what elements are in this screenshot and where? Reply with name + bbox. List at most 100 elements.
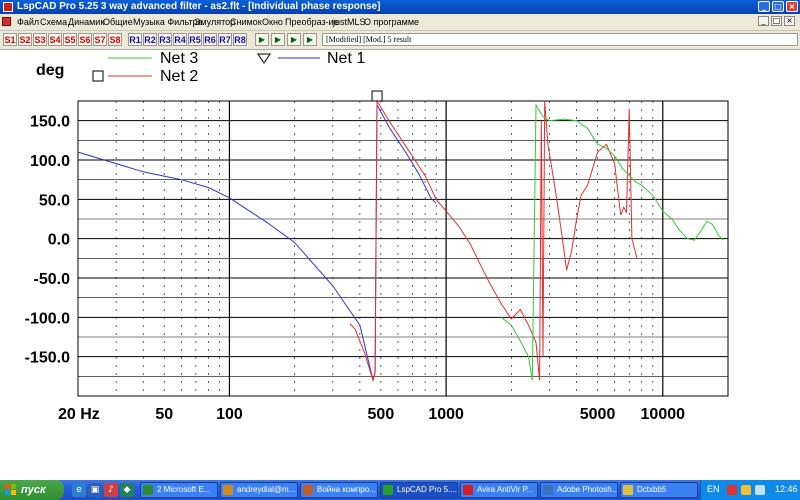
toolbar-r3-button[interactable]: R3 bbox=[158, 33, 172, 46]
toolbar-s5-button[interactable]: S5 bbox=[63, 33, 77, 46]
menu-justmls[interactable]: justMLS bbox=[333, 17, 366, 27]
task-app-icon bbox=[463, 485, 473, 495]
toolbar-s6-button[interactable]: S6 bbox=[78, 33, 92, 46]
task-label: Dctxbb5 bbox=[637, 485, 667, 494]
play-icon[interactable]: ▶ bbox=[255, 33, 269, 46]
task-label: andreydial@m... bbox=[237, 485, 296, 494]
x-tick-label: 100 bbox=[216, 406, 243, 423]
mdi-restore-button[interactable]: □ bbox=[771, 16, 782, 26]
taskbar-task-button[interactable]: 2 Microsoft E... bbox=[140, 482, 218, 498]
cursor-marker-square[interactable] bbox=[371, 90, 383, 102]
legend-square-marker bbox=[92, 70, 104, 82]
menu-scheme[interactable]: Схема bbox=[40, 17, 67, 27]
toolbar-s3-button[interactable]: S3 bbox=[33, 33, 47, 46]
clock: 12:46 bbox=[775, 484, 798, 494]
mdi-close-button[interactable]: × bbox=[784, 16, 795, 26]
toolbar-r6-button[interactable]: R6 bbox=[203, 33, 217, 46]
task-app-icon bbox=[383, 485, 393, 495]
toolbar-s7-button[interactable]: S7 bbox=[93, 33, 107, 46]
menu-emulator[interactable]: Эмулятор bbox=[194, 17, 235, 27]
network-tray-icon[interactable] bbox=[741, 485, 751, 495]
taskbar-task-button[interactable]: Dctxbb5 bbox=[620, 482, 698, 498]
y-tick-label: 0.0 bbox=[48, 232, 70, 249]
document-icon[interactable] bbox=[2, 17, 11, 26]
minimize-button[interactable]: _ bbox=[758, 1, 770, 12]
volume-tray-icon[interactable] bbox=[755, 485, 765, 495]
task-label: Adobe Photosh... bbox=[557, 485, 618, 494]
toolbar-r8-button[interactable]: R8 bbox=[233, 33, 247, 46]
menu-transform[interactable]: Преобраз-ие bbox=[285, 17, 339, 27]
taskbar-task-button[interactable]: Война компро... bbox=[300, 482, 378, 498]
chart-legend: Net 3Net 2 Net 1 bbox=[92, 50, 365, 85]
task-app-icon bbox=[543, 485, 553, 495]
chart-canvas[interactable]: 150.0 100.0 50.0 0.0 -50.0 -100.0 -150.0 20 Hz 5… bbox=[0, 50, 800, 462]
menu-about[interactable]: О программе bbox=[364, 17, 419, 27]
toolbar-r4-button[interactable]: R4 bbox=[173, 33, 187, 46]
toolbar-s4-button[interactable]: S4 bbox=[48, 33, 62, 46]
status-field: [Modified] [Mod.] 5 result bbox=[322, 33, 798, 46]
browser-icon[interactable]: e bbox=[72, 483, 86, 497]
toolbar-s2-button[interactable]: S2 bbox=[18, 33, 32, 46]
system-tray: EN 12:46 bbox=[700, 480, 800, 500]
y-tick-label: 100.0 bbox=[30, 153, 70, 170]
task-app-icon bbox=[303, 485, 313, 495]
x-tick-label: 5000 bbox=[580, 406, 616, 423]
x-tick-label: 1000 bbox=[428, 406, 464, 423]
antivirus-tray-icon[interactable] bbox=[727, 485, 737, 495]
task-label: LspCAD Pro 5.... bbox=[397, 485, 458, 494]
task-app-icon bbox=[143, 485, 153, 495]
chart-grid bbox=[77, 100, 729, 397]
toolbar-r1-button[interactable]: R1 bbox=[128, 33, 142, 46]
task-label: Avira AntiVir P... bbox=[477, 485, 534, 494]
series-line-net-2 bbox=[349, 99, 638, 383]
taskbar-task-button[interactable]: LspCAD Pro 5.... bbox=[380, 482, 458, 498]
task-app-icon bbox=[223, 485, 233, 495]
legend-label: Net 1 bbox=[327, 50, 365, 67]
toolbar-s1-button[interactable]: S1 bbox=[3, 33, 17, 46]
y-tick-label: -100.0 bbox=[25, 310, 70, 327]
legend-label: Net 3 bbox=[160, 50, 198, 67]
play-icon[interactable]: ▶ bbox=[271, 33, 285, 46]
toolbar-r2-button[interactable]: R2 bbox=[143, 33, 157, 46]
y-tick-label: 150.0 bbox=[30, 114, 70, 131]
menu-filter-music[interactable]: Музыка Фильтра bbox=[133, 17, 203, 27]
x-tick-label: 50 bbox=[155, 406, 173, 423]
task-app-icon bbox=[623, 485, 633, 495]
legend-label: Net 2 bbox=[160, 68, 198, 85]
mdi-minimize-button[interactable]: _ bbox=[758, 16, 769, 26]
phase-response-chart[interactable]: 150.0 100.0 50.0 0.0 -50.0 -100.0 -150.0 20 Hz 5… bbox=[0, 50, 800, 462]
taskbar-task-button[interactable]: Avira AntiVir P... bbox=[460, 482, 538, 498]
start-label: пуск bbox=[21, 484, 46, 496]
media-icon[interactable]: ♪ bbox=[104, 483, 118, 497]
x-tick-label: 500 bbox=[368, 406, 395, 423]
app-icon bbox=[3, 2, 13, 12]
y-axis-label: deg bbox=[36, 62, 64, 79]
menu-snapshot[interactable]: Снимок bbox=[230, 17, 262, 27]
menu-general[interactable]: Общие bbox=[103, 17, 133, 27]
toolbar-s8-button[interactable]: S8 bbox=[108, 33, 122, 46]
toolbar: S1 S2 S3 S4 S5 S6 S7 S8 R1 R2 R3 R4 R5 R… bbox=[0, 31, 800, 50]
start-button[interactable]: пуск bbox=[0, 480, 64, 500]
toolbar-r7-button[interactable]: R7 bbox=[218, 33, 232, 46]
taskbar-task-button[interactable]: Adobe Photosh... bbox=[540, 482, 618, 498]
menu-window[interactable]: Окно bbox=[262, 17, 283, 27]
y-tick-label: 50.0 bbox=[39, 192, 70, 209]
x-tick-label: 10000 bbox=[641, 406, 686, 423]
desktop-icon[interactable]: ▣ bbox=[88, 483, 102, 497]
title-bar[interactable]: LspCAD Pro 5.25 3 way advanced filter - … bbox=[0, 0, 800, 14]
legend-triangle-marker bbox=[257, 53, 271, 64]
windows-logo-icon bbox=[5, 484, 16, 495]
language-indicator[interactable]: EN bbox=[707, 484, 720, 494]
play-icon[interactable]: ▶ bbox=[303, 33, 317, 46]
menu-driver[interactable]: Динамик bbox=[68, 17, 104, 27]
y-tick-label: -150.0 bbox=[25, 350, 70, 367]
maximize-button[interactable]: □ bbox=[772, 1, 784, 12]
play-icon[interactable]: ▶ bbox=[287, 33, 301, 46]
app-launcher-icon[interactable]: ◆ bbox=[120, 483, 134, 497]
toolbar-r5-button[interactable]: R5 bbox=[188, 33, 202, 46]
menu-file[interactable]: Файл bbox=[17, 17, 39, 27]
menu-bar: Файл Схема Динамик Общие Музыка Фильтра … bbox=[0, 14, 800, 31]
task-label: 2 Microsoft E... bbox=[157, 485, 211, 494]
close-button[interactable]: × bbox=[786, 1, 798, 12]
taskbar-task-button[interactable]: andreydial@m... bbox=[220, 482, 298, 498]
